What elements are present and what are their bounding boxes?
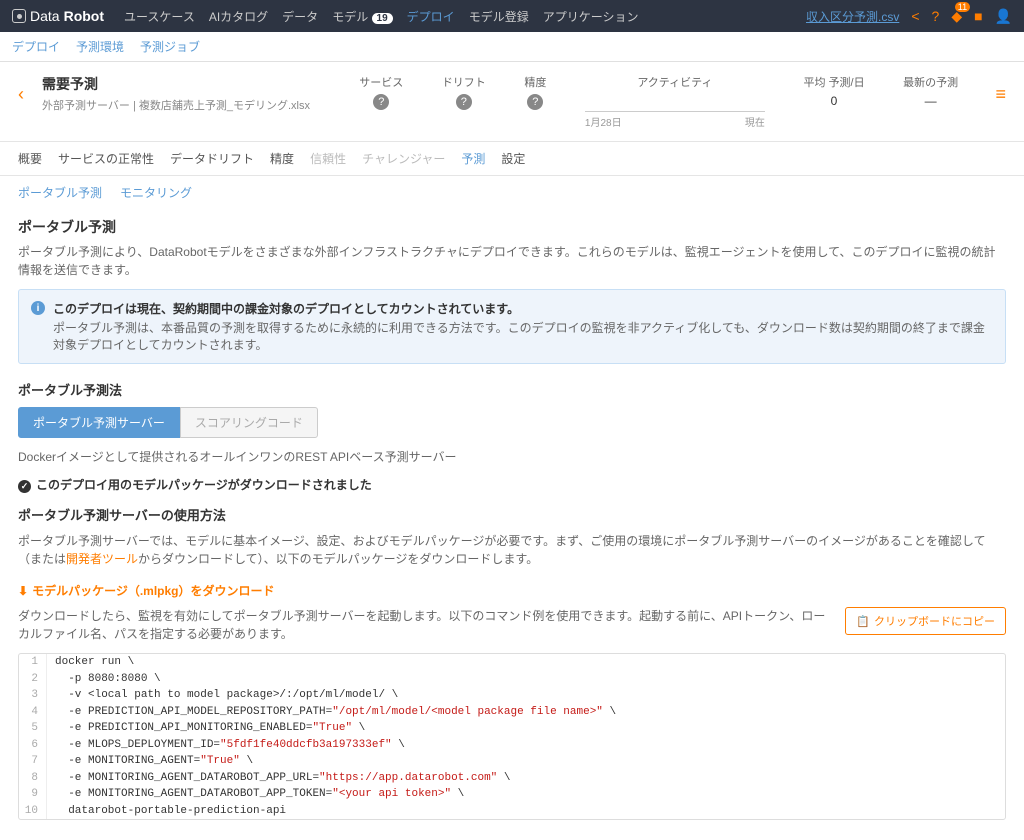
nav-catalog[interactable]: AIカタログ xyxy=(209,8,268,25)
download-mlpkg-link[interactable]: ⬇モデルパッケージ（.mlpkg）をダウンロード xyxy=(18,582,275,599)
subtab-portable[interactable]: ポータブル予測 xyxy=(18,184,102,201)
code-line: 3 -v <local path to model package>/:/opt… xyxy=(19,687,1005,704)
folder-icon[interactable]: ■ xyxy=(974,8,982,24)
alert-title: このデプロイは現在、契約期間中の課金対象のデプロイとしてカウントされています。 xyxy=(53,300,993,317)
code-line: 1docker run \ xyxy=(19,654,1005,671)
nav-app[interactable]: アプリケーション xyxy=(543,8,639,25)
subnav-jobs[interactable]: 予測ジョブ xyxy=(140,38,200,55)
menu-icon[interactable]: ≡ xyxy=(995,84,1006,105)
usage-title: ポータブル予測サーバーの使用方法 xyxy=(18,505,1006,524)
share-icon[interactable]: < xyxy=(911,8,919,24)
clipboard-icon: 📋 xyxy=(856,615,870,628)
unknown-icon: ? xyxy=(373,94,389,110)
deployment-tabs: 概要 サービスの正常性 データドリフト 精度 信頼性 チャレンジャー 予測 設定 xyxy=(0,142,1024,176)
tab-reliability: 信頼性 xyxy=(310,150,346,167)
code-line: 10 datarobot-portable-prediction-api xyxy=(19,803,1005,820)
deployment-subtitle: 外部予測サーバー | 複数店舗売上予測_モデリング.xlsx xyxy=(42,97,322,113)
top-right: 収入区分予測.csv < ? ◆ ■ 👤 xyxy=(806,8,1012,25)
stat-latest-label: 最新の予測 xyxy=(903,74,958,90)
unknown-icon: ? xyxy=(527,94,543,110)
main-content: ポータブル予測 ポータブル予測により、DataRobotモデルをさまざまな外部イ… xyxy=(0,209,1024,840)
top-nav: DataRobot ユースケース AIカタログ データ モデル 19 デプロイ … xyxy=(0,0,1024,32)
nav-usecase[interactable]: ユースケース xyxy=(124,8,195,25)
sub-nav: デプロイ 予測環境 予測ジョブ xyxy=(0,32,1024,62)
stat-service-label: サービス xyxy=(359,74,403,90)
stat-activity-label: アクティビティ xyxy=(585,74,765,90)
tab-overview[interactable]: 概要 xyxy=(18,150,42,167)
tab-settings[interactable]: 設定 xyxy=(501,150,525,167)
back-icon[interactable]: ‹ xyxy=(18,84,24,105)
usage-desc: ポータブル予測サーバーでは、モデルに基本イメージ、設定、およびモデルパッケージが… xyxy=(18,532,1006,568)
tab-predict[interactable]: 予測 xyxy=(461,150,485,167)
logo[interactable]: DataRobot xyxy=(12,8,104,24)
nav-model[interactable]: モデル 19 xyxy=(332,8,392,25)
method-title: ポータブル予測法 xyxy=(18,380,1006,399)
tab-challenger: チャレンジャー xyxy=(362,150,445,167)
tab-drift[interactable]: データドリフト xyxy=(170,150,254,167)
code-block: 1docker run \2 -p 8080:8080 \3 -v <local… xyxy=(18,653,1006,820)
user-icon[interactable]: 👤 xyxy=(995,8,1012,25)
code-line: 8 -e MONITORING_AGENT_DATAROBOT_APP_URL=… xyxy=(19,770,1005,787)
nav-data[interactable]: データ xyxy=(282,8,318,25)
nav-deploy[interactable]: デプロイ xyxy=(407,8,455,25)
btn-portable-server[interactable]: ポータブル予測サーバー xyxy=(18,407,180,438)
activity-chart xyxy=(585,94,765,112)
code-line: 9 -e MONITORING_AGENT_DATAROBOT_APP_TOKE… xyxy=(19,786,1005,803)
download-icon: ⬇ xyxy=(18,584,28,598)
model-count-badge: 19 xyxy=(372,13,393,24)
help-icon[interactable]: ? xyxy=(932,8,940,24)
stat-drift-label: ドリフト xyxy=(442,74,486,90)
main-nav: ユースケース AIカタログ データ モデル 19 デプロイ モデル登録 アプリケ… xyxy=(124,8,638,25)
deployment-title: 需要予測 xyxy=(42,74,322,94)
code-line: 5 -e PREDICTION_API_MONITORING_ENABLED="… xyxy=(19,720,1005,737)
copy-button[interactable]: 📋クリップボードにコピー xyxy=(845,607,1006,635)
code-line: 6 -e MLOPS_DEPLOYMENT_ID="5fdf1fe40ddcfb… xyxy=(19,737,1005,754)
code-line: 2 -p 8080:8080 \ xyxy=(19,671,1005,688)
billing-alert: i このデプロイは現在、契約期間中の課金対象のデプロイとしてカウントされています… xyxy=(18,289,1006,364)
file-link[interactable]: 収入区分予測.csv xyxy=(806,8,899,25)
subnav-deploy[interactable]: デプロイ xyxy=(12,38,60,55)
docker-desc: Dockerイメージとして提供されるオールインワンのREST APIベース予測サ… xyxy=(18,448,1006,466)
subnav-env[interactable]: 予測環境 xyxy=(76,38,124,55)
nav-register[interactable]: モデル登録 xyxy=(469,8,529,25)
predict-subtabs: ポータブル予測 モニタリング xyxy=(0,176,1024,209)
stat-avg-label: 平均 予測/日 xyxy=(803,74,864,90)
alert-desc: ポータブル予測は、本番品質の予測を取得するために永続的に利用できる方法です。この… xyxy=(53,319,993,353)
btn-scoring-code[interactable]: スコアリングコード xyxy=(180,407,318,438)
method-toggle: ポータブル予測サーバー スコアリングコード xyxy=(18,407,1006,438)
deployment-header: ‹ 需要予測 外部予測サーバー | 複数店舗売上予測_モデリング.xlsx サー… xyxy=(0,62,1024,142)
tab-accuracy[interactable]: 精度 xyxy=(270,150,294,167)
unknown-icon: ? xyxy=(456,94,472,110)
downloaded-status: このデプロイ用のモデルパッケージがダウンロードされました xyxy=(18,476,1006,493)
stat-accuracy-label: 精度 xyxy=(524,74,546,90)
stat-latest-value: — xyxy=(903,94,958,108)
code-line: 4 -e PREDICTION_API_MODEL_REPOSITORY_PAT… xyxy=(19,704,1005,721)
page-intro: ポータブル予測により、DataRobotモデルをさまざまな外部インフラストラクチ… xyxy=(18,243,1006,279)
code-line: 7 -e MONITORING_AGENT="True" \ xyxy=(19,753,1005,770)
cmd-desc: ダウンロードしたら、監視を有効にしてポータブル予測サーバーを起動します。以下のコ… xyxy=(18,607,835,643)
logo-icon xyxy=(12,9,26,23)
page-title: ポータブル予測 xyxy=(18,217,1006,237)
tab-service[interactable]: サービスの正常性 xyxy=(58,150,154,167)
notification-icon[interactable]: ◆ xyxy=(951,8,962,25)
info-icon: i xyxy=(31,301,45,315)
dev-tool-link[interactable]: 開発者ツール xyxy=(66,552,138,566)
subtab-monitoring[interactable]: モニタリング xyxy=(120,184,192,201)
stat-avg-value: 0 xyxy=(803,94,864,108)
